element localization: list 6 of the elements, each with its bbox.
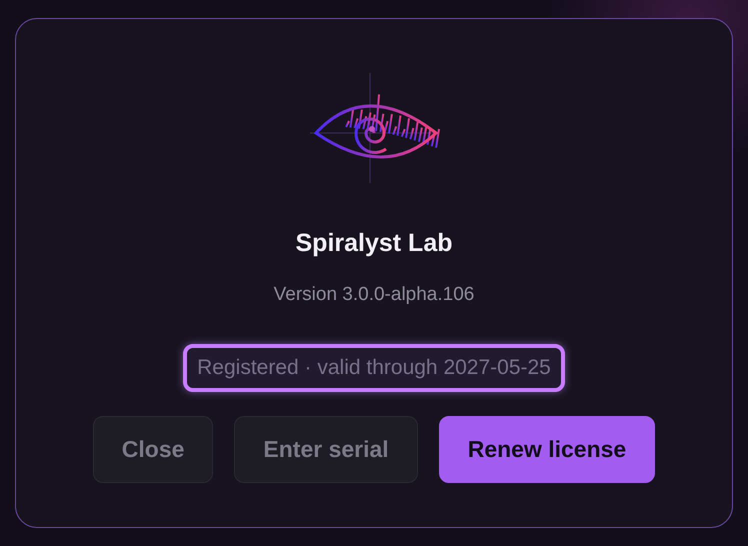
enter-serial-button[interactable]: Enter serial — [234, 416, 418, 483]
close-button[interactable]: Close — [92, 416, 214, 483]
version-text: Version 3.0.0-alpha.106 — [274, 284, 474, 306]
license-status: Registered · valid through 2027-05-25 — [183, 344, 565, 392]
renew-license-button[interactable]: Renew license — [438, 416, 656, 483]
app-name: Spiralyst Lab — [296, 229, 452, 258]
